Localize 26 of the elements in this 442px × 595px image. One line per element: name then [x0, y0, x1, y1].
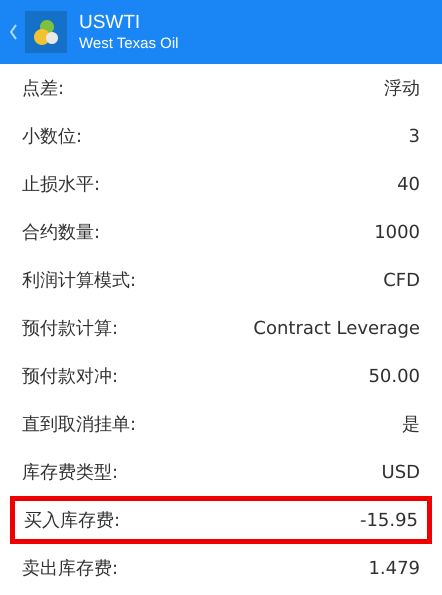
app-logo-icon	[25, 11, 67, 53]
spec-label: 合约数量:	[22, 220, 100, 244]
spec-value: -15.95	[360, 508, 418, 532]
spec-value: 1.479	[368, 556, 420, 580]
spec-label: 直到取消挂单:	[22, 412, 136, 436]
spec-value: Contract Leverage	[253, 316, 420, 340]
spec-label: 小数位:	[22, 124, 82, 148]
spec-label: 点差:	[22, 76, 64, 100]
spec-value: 50.00	[368, 364, 420, 388]
spec-label: 预付款对冲:	[22, 364, 118, 388]
spec-value: 40	[397, 172, 420, 196]
spec-value: 3	[408, 124, 420, 148]
spec-label: 预付款计算:	[22, 316, 118, 340]
spec-label: 卖出库存费:	[22, 556, 118, 580]
spec-label: 止损水平:	[22, 172, 100, 196]
spec-value: 1000	[374, 220, 420, 244]
spec-label: 库存费类型:	[22, 460, 118, 484]
symbol-title: USWTI	[79, 10, 142, 34]
symbol-subtitle: West Texas Oil	[79, 34, 178, 54]
spec-label: 利润计算模式:	[22, 268, 136, 292]
spec-value: 是	[402, 412, 420, 436]
spec-value: USD	[382, 460, 420, 484]
spec-value: 浮动	[384, 76, 420, 100]
spec-value: CFD	[383, 268, 420, 292]
back-chevron-icon	[9, 24, 17, 40]
spec-label: 买入库存费:	[24, 508, 120, 532]
